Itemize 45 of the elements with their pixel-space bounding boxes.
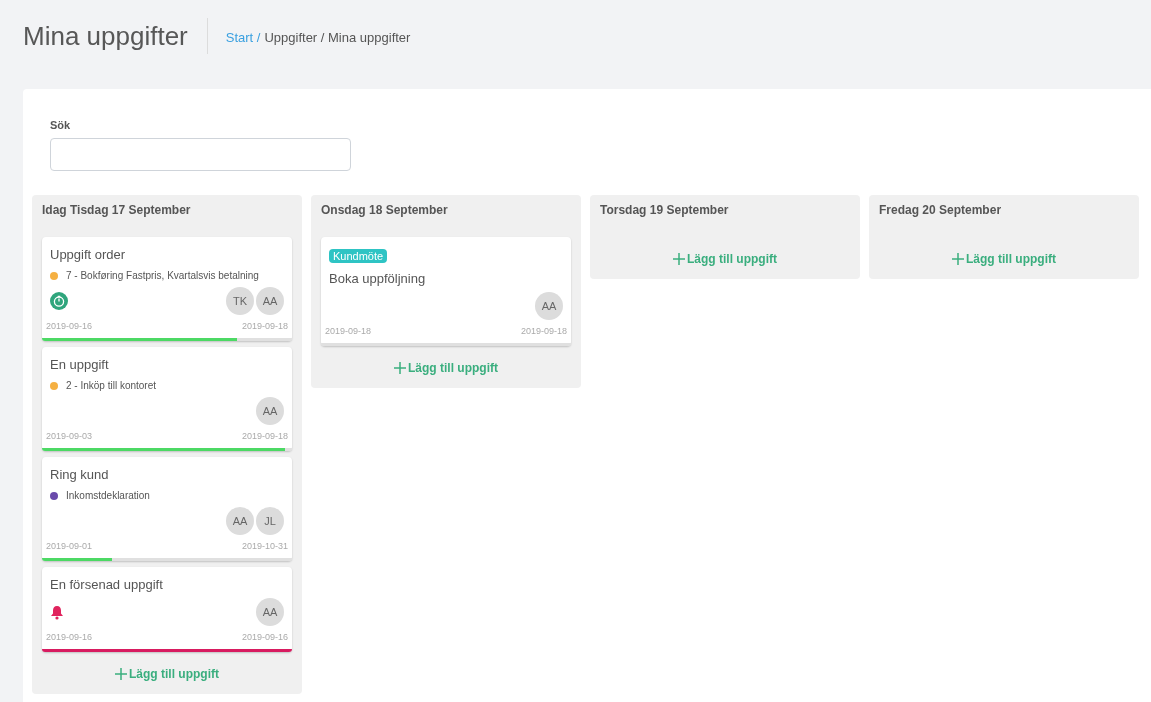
- start-date: 2019-09-18: [325, 325, 372, 338]
- plus-icon: [952, 252, 964, 265]
- column-title: Torsdag 19 September: [600, 201, 730, 219]
- avatar: AA: [226, 507, 254, 535]
- timer-icon: [50, 292, 68, 310]
- plus-icon: [394, 361, 406, 374]
- start-date: 2019-09-03: [46, 430, 93, 443]
- start-date: 2019-09-01: [46, 540, 93, 553]
- task-title: En uppgift: [50, 355, 110, 374]
- avatar: TK: [226, 287, 254, 315]
- avatar: AA: [256, 598, 284, 626]
- end-date: 2019-09-16: [241, 631, 288, 644]
- task-title: En försenad uppgift: [50, 575, 164, 594]
- task-card[interactable]: Uppgift order 7 - Bokføring Fastpris, Kvartalsvis betalning TK AA 2019-09-16 2019-09-18: [42, 236, 292, 341]
- bell-icon: [50, 604, 64, 620]
- avatar: AA: [256, 287, 284, 315]
- project-name: Inkomstdeklaration: [66, 489, 150, 503]
- search-field[interactable]: [50, 137, 351, 171]
- project-name: 7 - Bokføring Fastpris, Kvartalsvis betalning: [66, 269, 259, 283]
- start-date: 2019-09-16: [46, 631, 93, 644]
- task-title: Ring kund: [50, 465, 110, 484]
- search-label: Sök: [50, 118, 72, 133]
- end-date: 2019-09-18: [520, 325, 567, 338]
- avatar: AA: [535, 292, 563, 320]
- breadcrumb-text: Uppgifter / Mina uppgifter: [264, 29, 411, 48]
- task-card[interactable]: Ring kund Inkomstdeklaration AA JL 2019-09-01 2019-10-31: [42, 456, 292, 561]
- end-date: 2019-09-18: [241, 430, 288, 443]
- plus-icon: [673, 252, 685, 265]
- task-tag: Kundmöte: [329, 248, 388, 263]
- plus-icon: [115, 667, 127, 680]
- column-title: Onsdag 18 September: [321, 201, 449, 219]
- page-title: Mina uppgifter: [23, 18, 208, 54]
- task-title: Uppgift order: [50, 245, 127, 264]
- avatar: JL: [256, 507, 284, 535]
- task-card[interactable]: Kundmöte Boka uppföljning AA 2019-09-18 2019-09-18: [321, 236, 571, 346]
- task-card[interactable]: En försenad uppgift AA 2019-09-16 2019-09-16: [42, 566, 292, 652]
- end-date: 2019-09-18: [241, 320, 288, 333]
- task-card[interactable]: En uppgift 2 - Inköp till kontoret AA 2019-09-03 2019-09-18: [42, 346, 292, 451]
- task-title: Boka uppföljning: [329, 269, 427, 288]
- column-title: Idag Tisdag 17 September: [42, 201, 192, 219]
- column-title: Fredag 20 September: [879, 201, 1003, 219]
- end-date: 2019-10-31: [241, 540, 288, 553]
- start-date: 2019-09-16: [46, 320, 93, 333]
- project-name: 2 - Inköp till kontoret: [66, 379, 157, 393]
- avatar: AA: [256, 397, 284, 425]
